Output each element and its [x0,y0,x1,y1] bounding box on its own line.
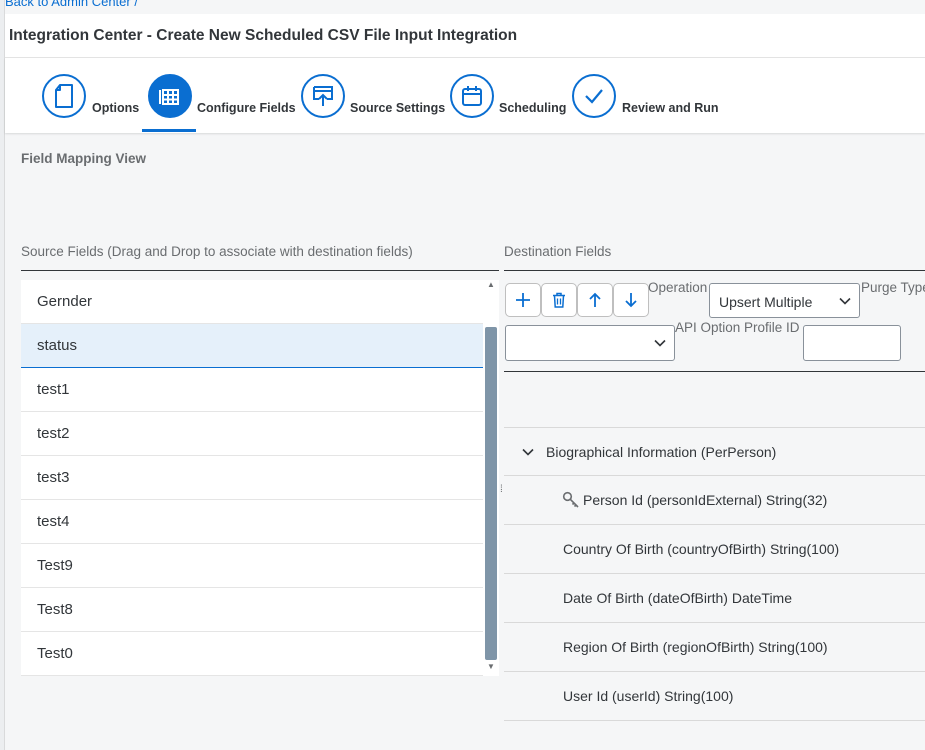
arrow-down-icon [625,293,637,308]
tree-field-row[interactable]: Region Of Birth (regionOfBirth) String(1… [504,623,925,672]
purge-type-select[interactable] [505,325,675,361]
wizard-step-label: Scheduling [499,101,567,115]
source-field-item[interactable]: test2 [21,412,483,456]
source-field-item[interactable]: Test8 [21,588,483,632]
source-field-item[interactable]: Test9 [21,544,483,588]
back-to-admin-center-link[interactable]: Back to Admin Center / [5,0,138,9]
calendar-icon [450,74,494,118]
tree-field-row[interactable]: Country Of Birth (countryOfBirth) String… [504,525,925,574]
chevron-down-icon[interactable] [522,446,534,458]
tree-field-row[interactable]: Person Id (personIdExternal) String(32) [504,476,925,525]
scroll-down-icon[interactable]: ▼ [487,662,495,671]
tree-group-row[interactable]: Biographical Information (PerPerson) [504,427,925,476]
scroll-up-icon[interactable]: ▲ [487,280,495,289]
wizard-step-label: Review and Run [622,101,719,115]
key-icon [562,491,579,508]
wizard-progress-bar: Options Configure Fields Source Settings… [5,58,925,133]
api-option-profile-id-input[interactable] [803,325,901,361]
add-button[interactable] [505,283,541,317]
page-title: Integration Center - Create New Schedule… [9,27,518,44]
trash-icon [553,292,565,308]
checkmark-icon [572,74,616,118]
upload-icon [301,74,345,118]
tree-field-label: Date Of Birth (dateOfBirth) DateTime [563,590,792,606]
chevron-down-icon [654,339,666,347]
operation-select[interactable]: Upsert Multiple [709,283,860,318]
destination-fields-tree: Biographical Information (PerPerson) Per… [504,427,925,721]
add-icon [516,293,530,307]
source-field-item-selected[interactable]: status [21,324,483,368]
field-mapping-view-title: Field Mapping View [21,151,147,166]
source-field-item[interactable]: test1 [21,368,483,412]
document-icon [42,74,86,118]
destination-toolbar: Operation Upsert Multiple Purge Type API… [504,280,925,372]
chevron-down-icon [839,297,851,305]
operation-select-value: Upsert Multiple [719,294,813,310]
source-field-item[interactable]: Test0 [21,632,483,676]
tree-field-label: Country Of Birth (countryOfBirth) String… [563,541,840,557]
integration-dialog: Integration Center - Create New Schedule… [5,14,925,750]
dialog-header: Integration Center - Create New Schedule… [5,14,925,58]
tree-field-row[interactable]: User Id (userId) String(100) [504,672,925,721]
tree-group-label: Biographical Information (PerPerson) [546,444,777,460]
tree-field-row[interactable]: Date Of Birth (dateOfBirth) DateTime [504,574,925,623]
source-list-scrollbar-thumb[interactable] [485,327,497,660]
destination-fields-header: Destination Fields [504,244,925,271]
wizard-step-label: Configure Fields [197,101,296,115]
source-field-item[interactable]: test3 [21,456,483,500]
tree-field-label: Person Id (personIdExternal) String(32) [583,492,828,508]
source-field-item[interactable]: test4 [21,500,483,544]
source-fields-header: Source Fields (Drag and Drop to associat… [21,244,499,271]
source-fields-list: Gernder status test1 test2 test3 test4 T… [21,280,499,676]
wizard-step-label: Source Settings [350,101,446,115]
move-down-button[interactable] [613,283,649,317]
active-step-indicator [142,129,196,132]
api-option-profile-id-label: API Option Profile ID [675,320,800,335]
purge-type-label: Purge Type [861,280,925,295]
operation-label: Operation [648,280,708,295]
delete-button[interactable] [541,283,577,317]
tree-field-label: Region Of Birth (regionOfBirth) String(1… [563,639,828,655]
wizard-step-label: Options [92,101,140,115]
tree-field-label: User Id (userId) String(100) [563,688,734,704]
source-field-item[interactable]: Gernder [21,280,483,324]
arrow-up-icon [589,292,601,307]
table-icon [148,74,192,118]
move-up-button[interactable] [577,283,613,317]
pane-splitter-handle[interactable]: ⁞ [500,484,503,495]
